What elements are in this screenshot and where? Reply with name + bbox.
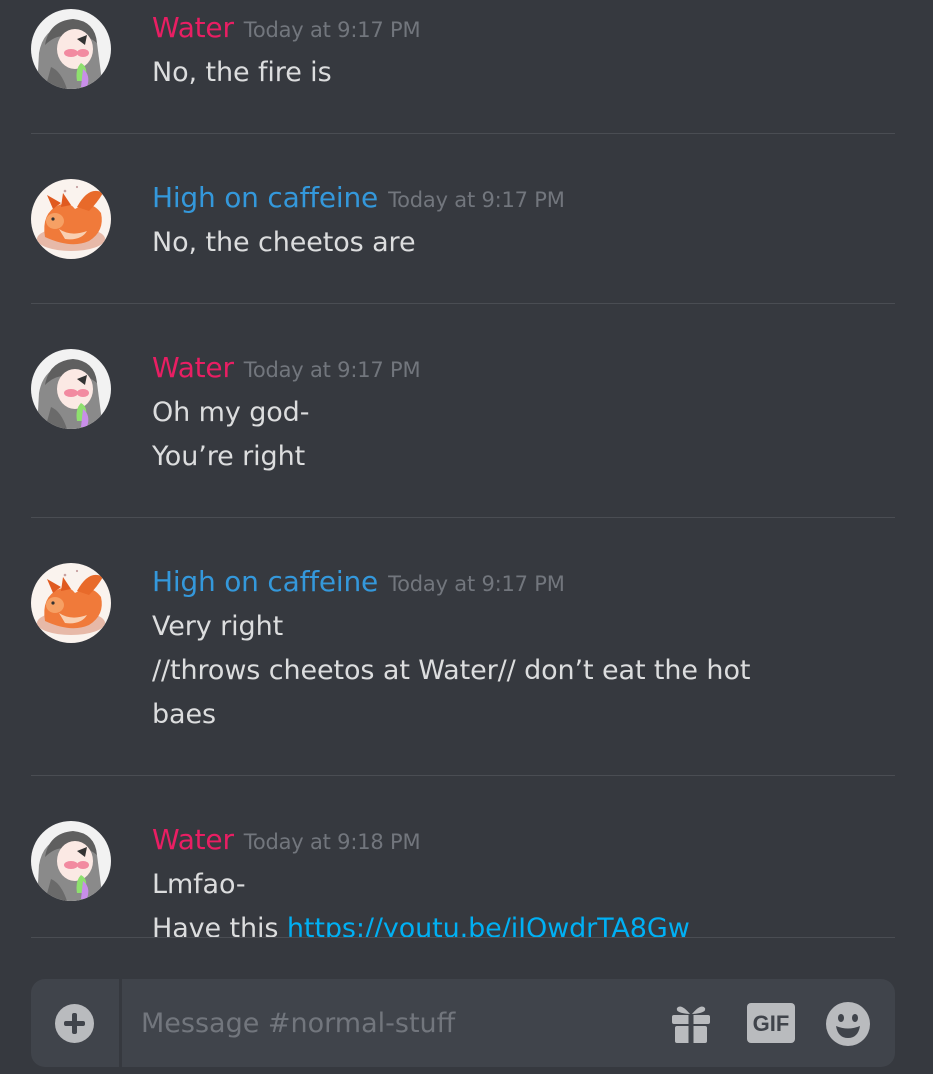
user-avatar-water[interactable] xyxy=(31,349,111,429)
message-input[interactable] xyxy=(141,1001,641,1045)
message-content: Oh my god- You’re right xyxy=(152,391,812,479)
anime-character-avatar-icon xyxy=(31,821,111,901)
timestamp: Today at 9:18 PM xyxy=(243,830,421,854)
composer-divider xyxy=(119,979,122,1067)
message-line: Oh my god- xyxy=(152,397,310,428)
username[interactable]: High on caffeine xyxy=(152,565,378,598)
user-avatar-high-on-caffeine[interactable] xyxy=(31,179,111,259)
plus-icon[interactable] xyxy=(55,1004,94,1043)
message-header: High on caffeine Today at 9:17 PM xyxy=(152,565,565,598)
timestamp: Today at 9:17 PM xyxy=(243,18,421,42)
discord-chat-app: Water Today at 9:17 PM No, the fire is H… xyxy=(0,0,933,1074)
fox-avatar-icon xyxy=(31,563,111,643)
message-line: Have this https://youtu.be/iJOwdrTA8Gw xyxy=(152,907,812,937)
timestamp: Today at 9:17 PM xyxy=(388,188,565,212)
message-content: Very right //throws cheetos at Water// d… xyxy=(152,605,812,737)
message-content: No, the cheetos are xyxy=(152,221,812,265)
timestamp: Today at 9:17 PM xyxy=(388,572,565,596)
username[interactable]: High on caffeine xyxy=(152,181,378,214)
message-line: You’re right xyxy=(152,441,306,472)
youtube-link[interactable]: https://youtu.be/iJOwdrTA8Gw xyxy=(287,913,690,937)
message-line: Very right xyxy=(152,611,284,642)
message-composer: GIF xyxy=(31,979,895,1067)
anime-character-avatar-icon xyxy=(31,349,111,429)
username[interactable]: Water xyxy=(152,351,234,384)
message-divider xyxy=(31,303,895,304)
message-content: No, the fire is xyxy=(152,51,812,95)
user-avatar-water[interactable] xyxy=(31,9,111,89)
user-avatar-high-on-caffeine[interactable] xyxy=(31,563,111,643)
message-line: baes xyxy=(152,699,216,730)
anime-character-avatar-icon xyxy=(31,9,111,89)
message-line: No, the cheetos are xyxy=(152,227,416,258)
gif-label: GIF xyxy=(753,1011,790,1036)
message-header: High on caffeine Today at 9:17 PM xyxy=(152,181,565,214)
message-header: Water Today at 9:17 PM xyxy=(152,11,421,44)
message-line: No, the fire is xyxy=(152,57,332,88)
message-divider xyxy=(31,133,895,134)
message-header: Water Today at 9:17 PM xyxy=(152,351,421,384)
message-line: //throws cheetos at Water// don’t eat th… xyxy=(152,655,751,686)
timestamp: Today at 9:17 PM xyxy=(243,358,421,382)
fox-avatar-icon xyxy=(31,179,111,259)
gif-icon[interactable]: GIF xyxy=(747,1003,795,1047)
message-list[interactable]: Water Today at 9:17 PM No, the fire is H… xyxy=(0,0,933,937)
username[interactable]: Water xyxy=(152,11,234,44)
emoji-icon[interactable] xyxy=(825,1001,871,1051)
message-divider xyxy=(31,517,895,518)
message-divider xyxy=(31,775,895,776)
message-list-bottom-divider xyxy=(31,937,895,938)
gift-icon[interactable] xyxy=(669,1001,713,1049)
user-avatar-water[interactable] xyxy=(31,821,111,901)
username[interactable]: Water xyxy=(152,823,234,856)
message-line-text: Have this xyxy=(152,913,287,937)
message-line: Lmfao- xyxy=(152,869,246,900)
message-content: Lmfao- Have this https://youtu.be/iJOwdr… xyxy=(152,863,812,937)
message-header: Water Today at 9:18 PM xyxy=(152,823,421,856)
